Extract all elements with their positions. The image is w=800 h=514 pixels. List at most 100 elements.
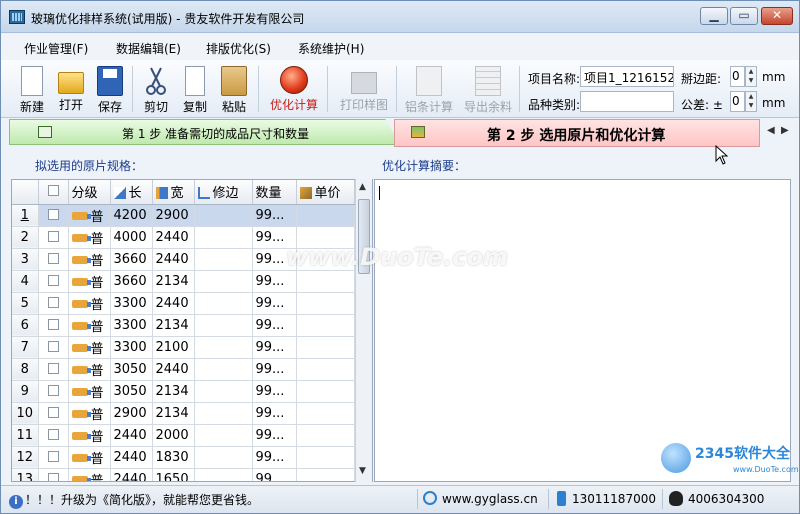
length-cell[interactable]: 3300 [110,314,153,337]
copy-button[interactable]: 复制 [175,62,215,116]
maximize-button[interactable]: ▭ [730,7,758,25]
width-cell[interactable]: 2440 [152,248,195,271]
length-cell[interactable]: 4000 [110,226,153,249]
quantity-cell[interactable]: 99... [252,314,297,337]
width-cell[interactable]: 2134 [152,402,195,425]
price-cell[interactable] [296,446,355,469]
length-cell[interactable]: 2440 [110,468,153,481]
row-checkbox[interactable] [47,230,59,242]
quantity-cell[interactable]: 99... [252,424,297,447]
row-select-cell[interactable] [38,424,69,447]
row-select-cell[interactable] [38,446,69,469]
quantity-cell[interactable]: 99... [252,402,297,425]
row-checkbox[interactable] [47,296,59,308]
row-checkbox[interactable] [47,362,59,374]
width-cell[interactable]: 1830 [152,446,195,469]
trim-cell[interactable] [194,226,253,249]
column-header-length[interactable]: 长 [110,180,153,205]
optimize-button[interactable]: 优化计算 [267,62,321,116]
price-cell[interactable] [296,270,355,293]
tab-next-arrow[interactable]: ▶ [781,125,789,136]
row-select-cell[interactable] [38,292,69,315]
tab-step-1[interactable]: 第 1 步 准备需切的成品尺寸和数量 [9,119,401,145]
price-cell[interactable] [296,336,355,359]
trim-cell[interactable] [194,336,253,359]
grade-cell[interactable]: 普 [68,468,111,481]
tolerance-input[interactable]: 0 [730,91,745,112]
table-row[interactable]: 7 普 3300 2100 99... [12,336,355,359]
width-cell[interactable]: 2100 [152,336,195,359]
column-header-width[interactable]: 宽 [152,180,195,205]
menu-job-management[interactable]: 作业管理(F) [24,40,88,57]
row-checkbox[interactable] [47,318,59,330]
row-select-cell[interactable] [38,380,69,403]
grade-cell[interactable]: 普 [68,424,111,447]
row-checkbox[interactable] [47,274,59,286]
table-row[interactable]: 6 普 3300 2134 99... [12,314,355,337]
row-select-cell[interactable] [38,226,69,249]
table-row[interactable]: 1 普 4200 2900 99... [12,204,355,227]
row-select-cell[interactable] [38,336,69,359]
grade-cell[interactable]: 普 [68,446,111,469]
grade-cell[interactable]: 普 [68,402,111,425]
row-select-cell[interactable] [38,204,69,227]
trim-cell[interactable] [194,380,253,403]
status-website[interactable]: www.gyglass.cn [423,491,538,506]
menu-layout-optimize[interactable]: 排版优化(S) [206,40,271,57]
close-button[interactable]: ✕ [761,7,793,25]
tab-prev-arrow[interactable]: ◀ [767,125,775,136]
optimization-summary-textarea[interactable] [374,179,791,482]
row-checkbox[interactable] [47,208,59,220]
row-checkbox[interactable] [47,428,59,440]
paste-button[interactable]: 粘贴 [214,62,254,116]
quantity-cell[interactable]: 99... [252,204,297,227]
tolerance-spinner[interactable]: ▲ ▼ [745,91,757,112]
status-qq[interactable]: 4006304300 [669,491,764,506]
grade-cell[interactable]: 普 [68,314,111,337]
row-select-cell[interactable] [38,314,69,337]
trim-cell[interactable] [194,468,253,481]
table-row[interactable]: 9 普 3050 2134 99... [12,380,355,403]
print-preview-button[interactable]: 打印样图 [337,62,391,116]
width-cell[interactable]: 2440 [152,226,195,249]
trim-cell[interactable] [194,270,253,293]
quantity-cell[interactable]: 99... [252,446,297,469]
new-button[interactable]: 新建 [12,62,52,116]
width-cell[interactable]: 2440 [152,292,195,315]
row-select-cell[interactable] [38,248,69,271]
length-cell[interactable]: 3300 [110,336,153,359]
grade-cell[interactable]: 普 [68,226,111,249]
project-name-input[interactable]: 项目1_12161529 [580,66,674,87]
export-remainder-button[interactable]: 导出余料 [461,62,515,116]
scroll-down-arrow[interactable]: ▼ [359,466,366,476]
grade-cell[interactable]: 普 [68,270,111,293]
width-cell[interactable]: 1650 [152,468,195,481]
table-row[interactable]: 12 普 2440 1830 99... [12,446,355,469]
trim-spinner[interactable]: ▲ ▼ [745,66,757,87]
row-select-cell[interactable] [38,270,69,293]
trim-cell[interactable] [194,292,253,315]
width-cell[interactable]: 2134 [152,380,195,403]
scroll-up-arrow[interactable]: ▲ [359,182,366,192]
trim-cell[interactable] [194,446,253,469]
row-checkbox[interactable] [47,340,59,352]
row-checkbox[interactable] [47,472,59,481]
column-header-trim[interactable]: 修边 [194,180,253,205]
trim-cell[interactable] [194,314,253,337]
aluminum-calc-button[interactable]: 铝条计算 [402,62,456,116]
length-cell[interactable]: 3660 [110,270,153,293]
length-cell[interactable]: 2440 [110,424,153,447]
cut-button[interactable]: 剪切 [136,62,176,116]
table-row[interactable]: 8 普 3050 2440 99... [12,358,355,381]
price-cell[interactable] [296,402,355,425]
length-cell[interactable]: 2440 [110,446,153,469]
tab-step-2[interactable]: 第 2 步 选用原片和优化计算 [394,119,760,147]
select-all-header[interactable] [38,180,69,205]
select-all-checkbox[interactable] [47,185,59,197]
quantity-cell[interactable]: 99... [252,358,297,381]
trim-cell[interactable] [194,248,253,271]
width-cell[interactable]: 2900 [152,204,195,227]
row-select-cell[interactable] [38,468,69,481]
glass-type-input[interactable] [580,91,674,112]
quantity-cell[interactable]: 99... [252,468,297,481]
